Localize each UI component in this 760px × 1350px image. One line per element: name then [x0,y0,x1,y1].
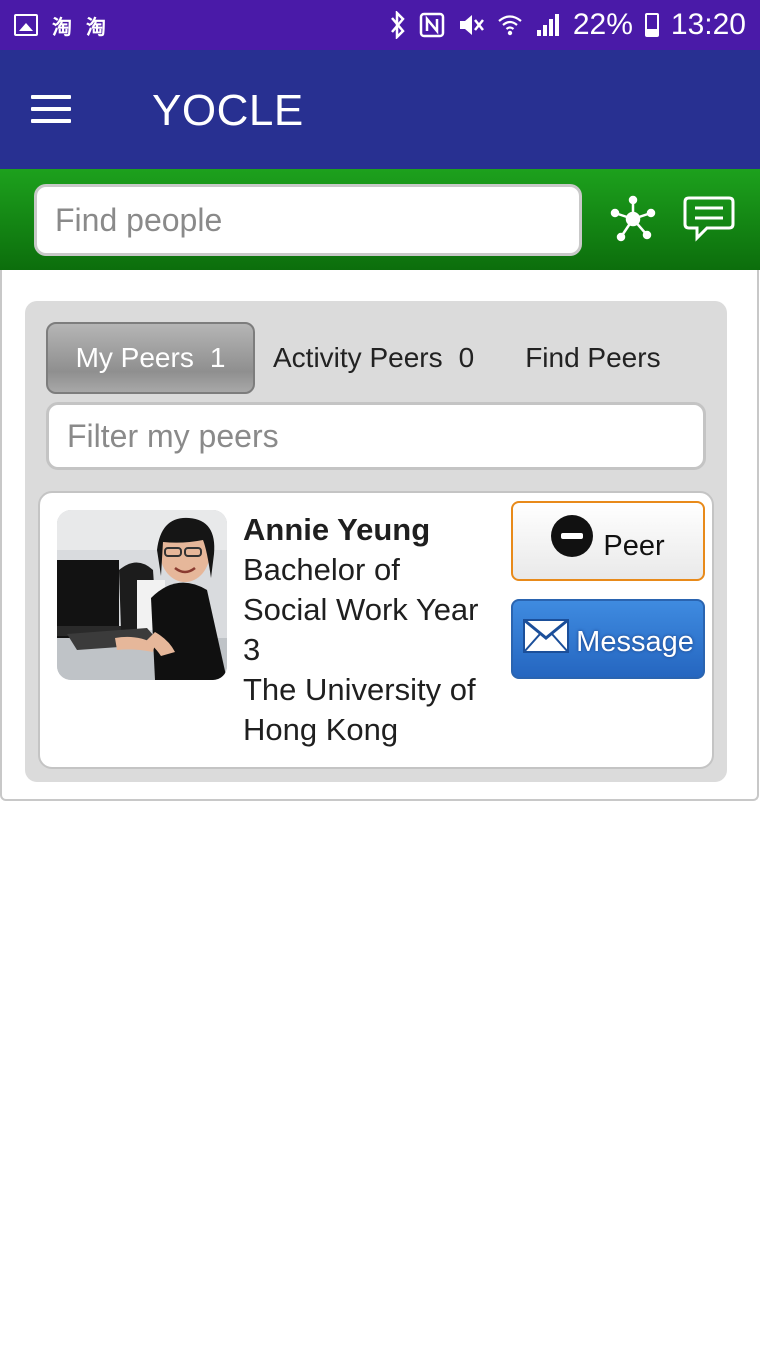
taobao-icon: 淘 [86,16,106,39]
app-title: YOCLE [152,86,304,135]
taobao-icon: 淘 [52,16,72,39]
peer-button-label: Peer [603,529,665,562]
tab-activity-peers[interactable]: Activity Peers 0 [273,322,474,394]
status-bar: 淘 淘 22% 13:20 [0,0,760,50]
peer-name[interactable]: Annie Yeung [243,510,505,550]
battery-charging-icon [644,13,659,37]
peers-panel: My Peers 1 Activity Peers 0 Find Peers F… [25,301,727,782]
minus-circle-icon [551,515,594,557]
peer-info: Annie Yeung Bachelor of Social Work Year… [243,510,505,750]
status-time: 13:20 [670,8,746,41]
status-right-icons: 22% 13:20 [389,8,746,42]
wifi-icon [497,12,523,38]
peer-institution-line: Hong Kong [243,712,399,747]
nfc-icon [419,12,445,38]
main-content: My Peers 1 Activity Peers 0 Find Peers F… [0,270,759,801]
tab-count: 1 [209,342,226,373]
status-left-icons: 淘 淘 [14,11,106,40]
tab-label: My Peers [75,342,194,373]
mute-icon [457,12,485,38]
gallery-icon [14,14,38,36]
tab-find-peers[interactable]: Find Peers [525,322,660,394]
peer-programme-line: 3 [243,632,261,667]
hamburger-menu-icon[interactable] [31,95,71,125]
tab-label: Activity Peers [273,342,443,373]
search-band [0,169,760,270]
peer-programme-line: Social Work Year [243,592,479,627]
tab-count: 0 [458,342,475,373]
peer-institution-line: The University of [243,672,476,707]
message-button[interactable]: Message [511,599,705,679]
network-icon[interactable] [607,195,659,243]
remove-peer-button[interactable]: Peer [511,501,705,581]
message-button-label: Message [576,625,694,658]
battery-percent: 22% [572,8,633,41]
peer-card: Annie Yeung Bachelor of Social Work Year… [38,491,714,769]
bluetooth-icon [389,11,407,39]
envelope-icon [522,618,570,654]
tab-label: Find Peers [525,342,661,373]
peer-programme-line: Bachelor of [243,552,400,587]
tab-my-peers[interactable]: My Peers 1 [46,322,255,394]
signal-icon [535,12,561,38]
chat-icon[interactable] [683,194,735,244]
app-bar: YOCLE [0,50,760,169]
filter-peers-input[interactable] [46,402,706,470]
avatar[interactable] [57,510,227,680]
find-people-input[interactable] [34,184,582,256]
peer-tabs: My Peers 1 Activity Peers 0 Find Peers [46,322,706,394]
